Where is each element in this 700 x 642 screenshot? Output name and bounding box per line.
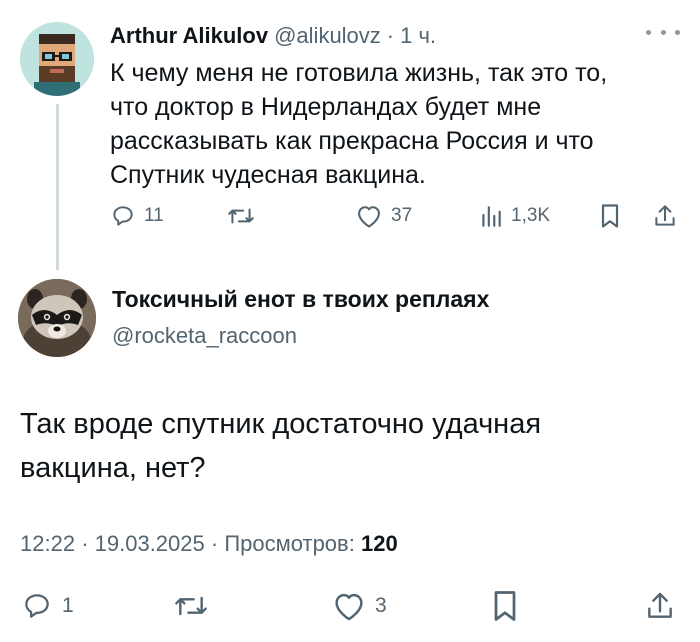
like-button[interactable]: 37 (355, 203, 412, 229)
views-count: 1,3K (511, 205, 551, 226)
retweet-button[interactable] (172, 590, 210, 622)
more-icon[interactable] (646, 22, 680, 42)
like-icon (358, 206, 380, 228)
reply-button[interactable]: 1 (20, 590, 74, 622)
reply-count: 11 (144, 205, 164, 226)
author-avatar[interactable] (20, 22, 94, 96)
tweet-meta: 12:22 · 19.03.2025 · Просмотров: 120 (20, 531, 398, 557)
reply-author-name[interactable]: Токсичный енот в твоих реплаях (112, 286, 489, 313)
reply-icon (25, 594, 49, 618)
reply-button[interactable]: 11 (110, 203, 164, 229)
tweet-timestamp[interactable]: 1 ч. (400, 23, 436, 49)
views-icon (482, 206, 501, 227)
views-label: Просмотров: (224, 531, 355, 556)
separator-dot: · (81, 531, 89, 556)
views-button[interactable]: 1,3K (479, 203, 550, 229)
share-icon (648, 592, 672, 618)
bookmark-button[interactable] (598, 202, 622, 230)
share-icon (655, 205, 675, 226)
like-count: 3 (375, 594, 387, 617)
retweet-icon (228, 208, 254, 224)
reply-text: Так вроде спутник достаточно удачная вак… (20, 408, 542, 484)
separator-dot: · (386, 23, 395, 48)
views-count[interactable]: 120 (361, 531, 398, 556)
like-count: 37 (391, 205, 413, 226)
bookmark-button[interactable] (490, 588, 520, 624)
reply-icon (113, 206, 133, 226)
like-icon (335, 593, 363, 621)
tweet-date[interactable]: 19.03.2025 (95, 531, 205, 556)
reply-author-handle[interactable]: @rocketa_raccoon (112, 323, 297, 349)
share-button[interactable] (644, 588, 676, 624)
reply-author-avatar[interactable] (18, 279, 96, 357)
separator-dot: · (210, 531, 219, 556)
tweet-time[interactable]: 12:22 (20, 531, 75, 556)
like-button[interactable]: 3 (331, 590, 387, 622)
author-name[interactable]: Arthur Alikulov (110, 23, 268, 49)
retweet-button[interactable] (226, 203, 256, 229)
retweet-icon (175, 596, 207, 616)
pixel-avatar-icon (20, 22, 94, 96)
thread-line (56, 104, 59, 270)
tweet-text: К чему меня не готовила жизнь, так это т… (110, 59, 608, 189)
reply-count: 1 (62, 594, 74, 617)
share-button[interactable] (652, 202, 678, 230)
bookmark-icon (601, 204, 619, 228)
bookmark-icon (494, 591, 516, 621)
tweet-header: Arthur Alikulov @alikulovz · 1 ч. (110, 22, 436, 50)
raccoon-avatar-icon (18, 279, 96, 357)
author-handle[interactable]: @alikulovz (274, 23, 381, 49)
